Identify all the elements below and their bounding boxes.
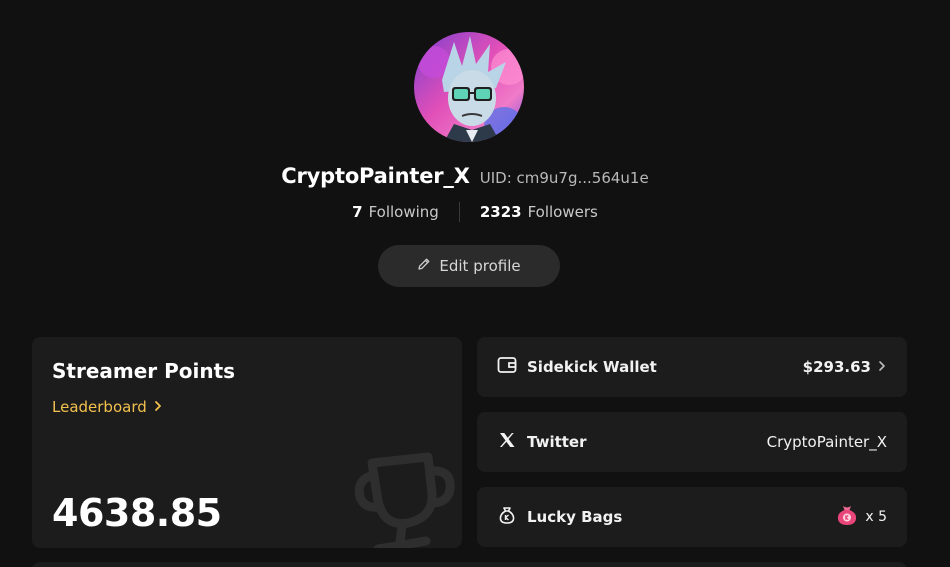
- trophy-icon: [350, 445, 460, 548]
- user-id[interactable]: UID: cm9u7g...564u1e: [480, 169, 649, 187]
- lucky-bags-row[interactable]: Lucky Bags x 5: [477, 487, 907, 547]
- followers-stat[interactable]: 2323 Followers: [480, 203, 598, 221]
- wallet-balance: $293.63: [802, 358, 871, 376]
- lucky-bags-label: Lucky Bags: [527, 508, 623, 526]
- x-logo-icon: [497, 431, 517, 453]
- next-card-edge: [32, 562, 907, 567]
- chevron-right-icon: [153, 398, 163, 416]
- followers-count: 2323: [479, 203, 522, 221]
- profile-name-row: CryptoPainter_X UID: cm9u7g...564u1e: [0, 164, 950, 188]
- avatar[interactable]: [414, 32, 524, 142]
- pink-bag-icon: [835, 503, 859, 531]
- lucky-bags-count: x 5: [865, 509, 887, 525]
- sidekick-wallet-row[interactable]: Sidekick Wallet $293.63: [477, 337, 907, 397]
- points-title: Streamer Points: [52, 359, 236, 383]
- following-count: 7: [352, 203, 363, 221]
- edit-profile-button[interactable]: Edit profile: [378, 245, 560, 287]
- streamer-points-card: Streamer Points Leaderboard 4638.85: [32, 337, 462, 548]
- twitter-label: Twitter: [527, 433, 587, 451]
- divider: [458, 202, 460, 222]
- points-value: 4638.85: [52, 491, 222, 535]
- profile-page: CryptoPainter_X UID: cm9u7g...564u1e 7 F…: [0, 0, 950, 567]
- wallet-icon: [497, 356, 517, 378]
- followers-label: Followers: [527, 203, 598, 221]
- money-bag-icon: [497, 505, 517, 529]
- pencil-icon: [417, 257, 431, 275]
- twitter-handle: CryptoPainter_X: [766, 433, 887, 451]
- following-stat[interactable]: 7 Following: [352, 203, 439, 221]
- username: CryptoPainter_X: [281, 164, 470, 188]
- chevron-right-icon: [877, 358, 887, 376]
- edit-profile-label: Edit profile: [439, 257, 521, 275]
- follow-stats: 7 Following 2323 Followers: [0, 202, 950, 222]
- leaderboard-link[interactable]: Leaderboard: [52, 398, 163, 416]
- leaderboard-label: Leaderboard: [52, 398, 147, 416]
- wallet-label: Sidekick Wallet: [527, 358, 657, 376]
- twitter-row[interactable]: Twitter CryptoPainter_X: [477, 412, 907, 472]
- following-label: Following: [368, 203, 439, 221]
